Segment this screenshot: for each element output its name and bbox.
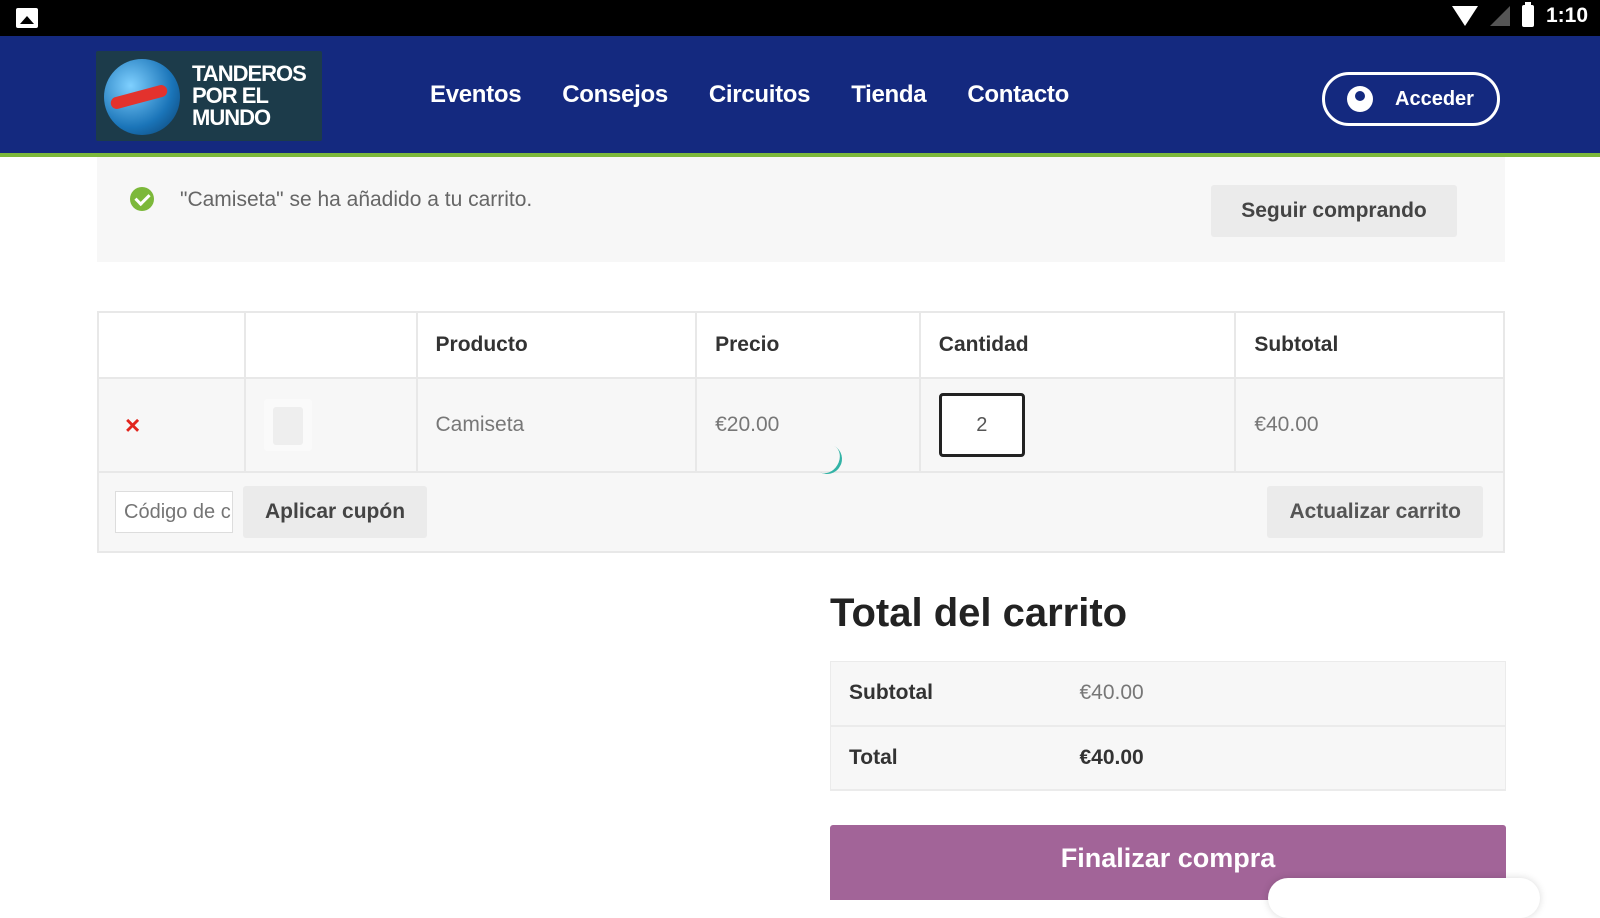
login-button[interactable]: Acceder [1322, 72, 1500, 126]
col-remove [97, 311, 246, 379]
product-subtotal: €40.00 [1234, 377, 1505, 473]
login-label: Acceder [1395, 87, 1474, 110]
col-price: Precio [695, 311, 921, 379]
continue-shopping-button[interactable]: Seguir comprando [1211, 185, 1457, 237]
product-name[interactable]: Camiseta [415, 377, 698, 473]
notice-message: "Camiseta" se ha añadido a tu carrito. [180, 188, 533, 211]
cart-header-row: Producto Precio Cantidad Subtotal [97, 311, 1505, 379]
totals-row-subtotal: Subtotal €40.00 [830, 661, 1506, 727]
image-notification-icon [16, 8, 38, 28]
user-icon [1347, 86, 1373, 112]
col-quantity: Cantidad [918, 311, 1237, 379]
clock: 1:10 [1545, 4, 1588, 27]
cart-actions-cell: Aplicar cupón Actualizar carrito [98, 471, 1504, 553]
cart-table: Producto Precio Cantidad Subtotal × Cami… [97, 311, 1505, 553]
totals-total-label: Total [830, 725, 1062, 791]
col-thumbnail [243, 311, 418, 379]
logo-line-3: MUNDO [192, 105, 271, 130]
quantity-cell [918, 377, 1237, 473]
quantity-input[interactable] [938, 393, 1025, 457]
nav-contacto[interactable]: Contacto [967, 81, 1069, 109]
remove-item-icon[interactable]: × [125, 410, 140, 440]
cart-actions-row: Aplicar cupón Actualizar carrito [98, 471, 1504, 553]
logo-line-2: POR EL [192, 83, 269, 108]
product-price: €20.00 [695, 377, 921, 473]
nav-circuitos[interactable]: Circuitos [709, 81, 811, 109]
tshirt-thumbnail-icon[interactable] [263, 399, 312, 451]
coupon-form: Aplicar cupón [115, 486, 428, 538]
cart-totals-table: Subtotal €40.00 Total €40.00 [830, 661, 1506, 791]
logo-text: TANDEROS POR EL MUNDO [192, 61, 307, 130]
nav-consejos[interactable]: Consejos [562, 81, 668, 109]
cart-item-row: × Camiseta €20.00 €40.00 [97, 377, 1505, 473]
col-product: Producto [415, 311, 698, 379]
check-circle-icon [130, 187, 154, 211]
thumbnail-cell [243, 377, 418, 473]
site-header: TANDEROS POR EL MUNDO Eventos Consejos C… [0, 36, 1600, 157]
remove-cell: × [97, 377, 246, 473]
cart-notice: "Camiseta" se ha añadido a tu carrito. S… [97, 157, 1505, 262]
totals-subtotal-value: €40.00 [1061, 661, 1506, 727]
totals-subtotal-label: Subtotal [830, 661, 1062, 727]
wifi-icon [1451, 6, 1478, 26]
status-bar: 1:10 [0, 0, 1600, 36]
site-logo[interactable]: TANDEROS POR EL MUNDO [96, 51, 322, 141]
col-subtotal: Subtotal [1234, 311, 1505, 379]
signal-icon [1489, 6, 1510, 26]
totals-total-value: €40.00 [1061, 725, 1506, 791]
floating-panel-edge [1268, 878, 1540, 918]
apply-coupon-button[interactable]: Aplicar cupón [243, 486, 428, 538]
cart-totals-title: Total del carrito [830, 591, 1128, 635]
globe-icon [104, 59, 180, 135]
nav-eventos[interactable]: Eventos [430, 81, 522, 109]
main-nav: Eventos Consejos Circuitos Tienda Contac… [430, 81, 1069, 109]
nav-tienda[interactable]: Tienda [851, 81, 926, 109]
coupon-input[interactable] [115, 491, 233, 533]
totals-row-total: Total €40.00 [830, 725, 1506, 791]
logo-line-1: TANDEROS [192, 61, 307, 86]
battery-icon [1521, 2, 1534, 27]
update-cart-button[interactable]: Actualizar carrito [1267, 486, 1483, 538]
